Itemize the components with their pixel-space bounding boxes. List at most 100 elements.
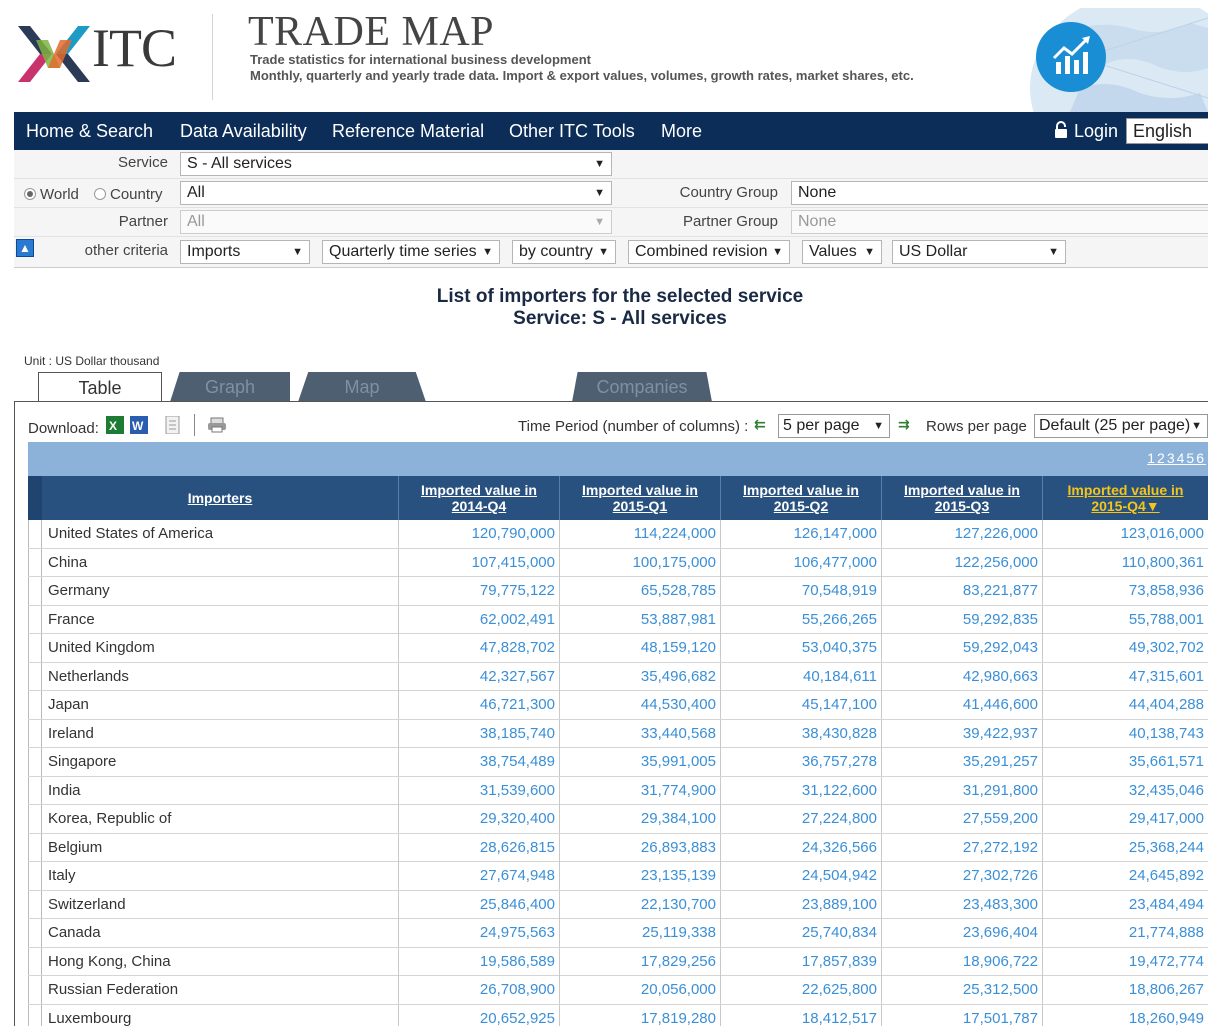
imported-value-cell[interactable]: 23,483,300 bbox=[881, 890, 1042, 919]
imported-value-cell[interactable]: 38,185,740 bbox=[398, 719, 559, 748]
col-header-importers[interactable]: Importers bbox=[42, 476, 398, 520]
text-file-icon[interactable] bbox=[164, 416, 182, 434]
imported-value-cell[interactable]: 31,539,600 bbox=[398, 776, 559, 805]
imported-value-cell[interactable]: 20,056,000 bbox=[559, 976, 720, 1004]
previous-columns-icon[interactable]: ⇇ bbox=[754, 416, 766, 433]
imported-value-cell[interactable]: 27,224,800 bbox=[720, 805, 881, 833]
page-link[interactable]: 1 bbox=[1147, 450, 1157, 466]
imported-value-cell[interactable]: 42,980,663 bbox=[881, 662, 1042, 691]
tab-table[interactable]: Table bbox=[38, 372, 162, 402]
flow-select[interactable]: Imports ▼ bbox=[180, 240, 310, 264]
excel-icon[interactable]: X bbox=[106, 416, 124, 434]
imported-value-cell[interactable]: 47,828,702 bbox=[398, 634, 559, 662]
imported-value-cell[interactable]: 38,754,489 bbox=[398, 748, 559, 776]
imported-value-cell[interactable]: 36,757,278 bbox=[720, 748, 881, 776]
tab-companies[interactable]: Companies bbox=[572, 372, 712, 402]
imported-value-cell[interactable]: 17,857,839 bbox=[720, 947, 881, 976]
nav-reference-material[interactable]: Reference Material bbox=[332, 112, 484, 150]
imported-value-cell[interactable]: 25,368,244 bbox=[1042, 833, 1208, 862]
imported-value-cell[interactable]: 18,906,722 bbox=[881, 947, 1042, 976]
rows-per-page-select[interactable]: Default (25 per page) ▼ bbox=[1034, 414, 1208, 438]
imported-value-cell[interactable]: 40,184,611 bbox=[720, 662, 881, 691]
imported-value-cell[interactable]: 17,829,256 bbox=[559, 947, 720, 976]
imported-value-cell[interactable]: 28,626,815 bbox=[398, 833, 559, 862]
imported-value-cell[interactable]: 114,224,000 bbox=[559, 520, 720, 548]
imported-value-cell[interactable]: 27,674,948 bbox=[398, 862, 559, 890]
imported-value-cell[interactable]: 31,774,900 bbox=[559, 776, 720, 805]
measure-select[interactable]: Values ▼ bbox=[802, 240, 882, 264]
imported-value-cell[interactable]: 21,774,888 bbox=[1042, 919, 1208, 947]
imported-value-cell[interactable]: 19,472,774 bbox=[1042, 947, 1208, 976]
imported-value-cell[interactable]: 24,645,892 bbox=[1042, 862, 1208, 890]
imported-value-cell[interactable]: 110,800,361 bbox=[1042, 548, 1208, 577]
imported-value-cell[interactable]: 49,302,702 bbox=[1042, 634, 1208, 662]
imported-value-cell[interactable]: 42,327,567 bbox=[398, 662, 559, 691]
imported-value-cell[interactable]: 29,417,000 bbox=[1042, 805, 1208, 833]
imported-value-cell[interactable]: 25,846,400 bbox=[398, 890, 559, 919]
imported-value-cell[interactable]: 46,721,300 bbox=[398, 691, 559, 719]
imported-value-cell[interactable]: 25,119,338 bbox=[559, 919, 720, 947]
imported-value-cell[interactable]: 17,819,280 bbox=[559, 1004, 720, 1026]
imported-value-cell[interactable]: 73,858,936 bbox=[1042, 577, 1208, 605]
nav-more[interactable]: More bbox=[661, 112, 702, 150]
imported-value-cell[interactable]: 59,292,835 bbox=[881, 605, 1042, 634]
imported-value-cell[interactable]: 23,484,494 bbox=[1042, 890, 1208, 919]
imported-value-cell[interactable]: 26,893,883 bbox=[559, 833, 720, 862]
imported-value-cell[interactable]: 24,975,563 bbox=[398, 919, 559, 947]
imported-value-cell[interactable]: 19,586,589 bbox=[398, 947, 559, 976]
imported-value-cell[interactable]: 55,788,001 bbox=[1042, 605, 1208, 634]
country-radio[interactable]: Country bbox=[94, 186, 163, 203]
imported-value-cell[interactable]: 26,708,900 bbox=[398, 976, 559, 1004]
word-icon[interactable]: W bbox=[130, 416, 148, 434]
imported-value-cell[interactable]: 127,226,000 bbox=[881, 520, 1042, 548]
imported-value-cell[interactable]: 126,147,000 bbox=[720, 520, 881, 548]
col-header-2015-q3[interactable]: Imported value in 2015-Q3 bbox=[881, 476, 1042, 520]
tab-map[interactable]: Map bbox=[298, 372, 426, 402]
imported-value-cell[interactable]: 120,790,000 bbox=[398, 520, 559, 548]
imported-value-cell[interactable]: 25,312,500 bbox=[881, 976, 1042, 1004]
service-select[interactable]: S - All services ▼ bbox=[180, 152, 612, 176]
imported-value-cell[interactable]: 55,266,265 bbox=[720, 605, 881, 634]
imported-value-cell[interactable]: 48,159,120 bbox=[559, 634, 720, 662]
currency-select[interactable]: US Dollar ▼ bbox=[892, 240, 1066, 264]
imported-value-cell[interactable]: 23,135,139 bbox=[559, 862, 720, 890]
language-select[interactable]: English bbox=[1126, 118, 1208, 144]
by-select[interactable]: by country ▼ bbox=[512, 240, 616, 264]
series-select[interactable]: Quarterly time series ▼ bbox=[322, 240, 500, 264]
imported-value-cell[interactable]: 29,320,400 bbox=[398, 805, 559, 833]
page-link[interactable]: 4 bbox=[1177, 450, 1187, 466]
imported-value-cell[interactable]: 18,260,949 bbox=[1042, 1004, 1208, 1026]
imported-value-cell[interactable]: 39,422,937 bbox=[881, 719, 1042, 748]
revision-select[interactable]: Combined revision ▼ bbox=[628, 240, 790, 264]
imported-value-cell[interactable]: 79,775,122 bbox=[398, 577, 559, 605]
imported-value-cell[interactable]: 53,887,981 bbox=[559, 605, 720, 634]
imported-value-cell[interactable]: 123,016,000 bbox=[1042, 520, 1208, 548]
imported-value-cell[interactable]: 32,435,046 bbox=[1042, 776, 1208, 805]
imported-value-cell[interactable]: 18,412,517 bbox=[720, 1004, 881, 1026]
imported-value-cell[interactable]: 22,130,700 bbox=[559, 890, 720, 919]
col-header-2015-q1[interactable]: Imported value in 2015-Q1 bbox=[559, 476, 720, 520]
imported-value-cell[interactable]: 17,501,787 bbox=[881, 1004, 1042, 1026]
imported-value-cell[interactable]: 35,496,682 bbox=[559, 662, 720, 691]
columns-per-page-select[interactable]: 5 per page ▼ bbox=[778, 414, 890, 438]
print-icon[interactable] bbox=[206, 416, 228, 434]
imported-value-cell[interactable]: 23,696,404 bbox=[881, 919, 1042, 947]
partner-group-select[interactable]: None bbox=[791, 210, 1208, 234]
page-link[interactable]: 3 bbox=[1167, 450, 1177, 466]
imported-value-cell[interactable]: 27,559,200 bbox=[881, 805, 1042, 833]
imported-value-cell[interactable]: 24,326,566 bbox=[720, 833, 881, 862]
col-header-2015-q2[interactable]: Imported value in 2015-Q2 bbox=[720, 476, 881, 520]
col-header-2014-q4[interactable]: Imported value in 2014-Q4 bbox=[398, 476, 559, 520]
next-columns-icon[interactable]: ⇉ bbox=[898, 416, 910, 433]
imported-value-cell[interactable]: 65,528,785 bbox=[559, 577, 720, 605]
imported-value-cell[interactable]: 31,291,800 bbox=[881, 776, 1042, 805]
imported-value-cell[interactable]: 23,889,100 bbox=[720, 890, 881, 919]
country-group-select[interactable]: None bbox=[791, 181, 1208, 205]
imported-value-cell[interactable]: 27,302,726 bbox=[881, 862, 1042, 890]
login-link[interactable]: Login bbox=[1054, 112, 1118, 150]
itc-logo-icon[interactable] bbox=[14, 18, 94, 90]
imported-value-cell[interactable]: 100,175,000 bbox=[559, 548, 720, 577]
imported-value-cell[interactable]: 107,415,000 bbox=[398, 548, 559, 577]
imported-value-cell[interactable]: 44,404,288 bbox=[1042, 691, 1208, 719]
imported-value-cell[interactable]: 25,740,834 bbox=[720, 919, 881, 947]
